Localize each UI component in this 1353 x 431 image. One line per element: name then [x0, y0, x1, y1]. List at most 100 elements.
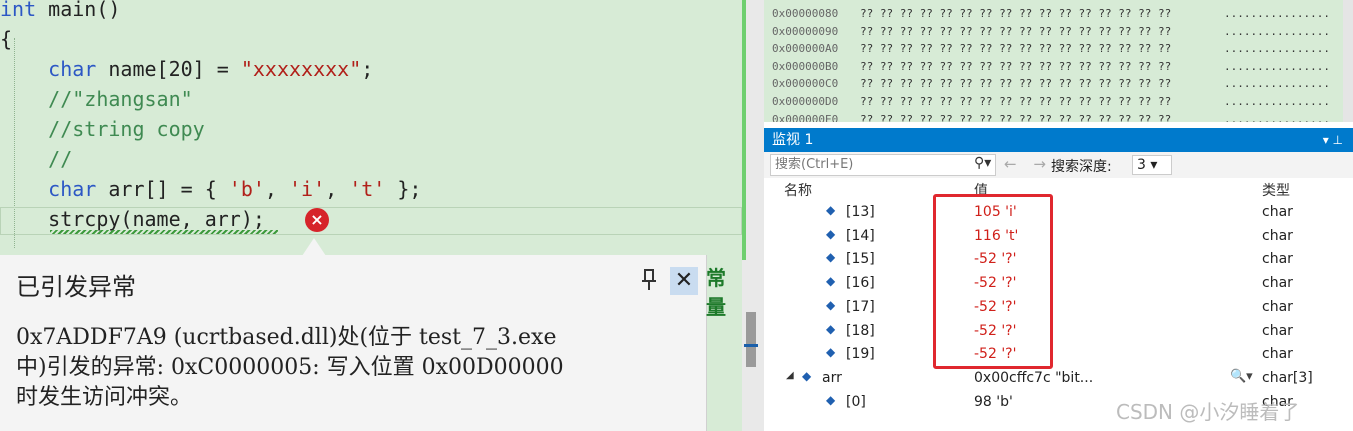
code-token: ;: [361, 57, 374, 81]
memory-address: 0x000000B0: [772, 59, 839, 73]
watch-window-titlebar[interactable]: 监视 1 ▾ ⊥: [764, 128, 1353, 152]
memory-ascii: ................: [1224, 112, 1330, 122]
watch-row[interactable]: ◆ [14] 116 't' char: [764, 225, 1353, 249]
code-token: char: [0, 57, 97, 81]
memory-address: 0x00000090: [772, 24, 839, 38]
watch-row[interactable]: ◆ [18] -52 '?' char: [764, 320, 1353, 344]
memory-ascii: ................: [1224, 24, 1330, 38]
variable-icon: ◆: [826, 345, 836, 360]
memory-ascii: ................: [1224, 77, 1330, 91]
memory-bytes: ?? ?? ?? ?? ?? ?? ?? ?? ?? ?? ?? ?? ?? ?…: [860, 42, 1172, 56]
code-line[interactable]: int main(): [0, 0, 120, 24]
watch-name: [0]: [846, 393, 866, 410]
variable-icon: ◆: [826, 203, 836, 217]
column-header-type[interactable]: 类型: [1262, 180, 1290, 200]
memory-address: 0x00000080: [772, 7, 839, 20]
memory-ascii: ................: [1224, 42, 1330, 56]
memory-scrollbar[interactable]: [1343, 0, 1353, 122]
variable-icon: ◆: [826, 226, 836, 241]
watch-type: char[3]: [1262, 369, 1313, 386]
watermark: CSDN @小汐睡着了: [1116, 400, 1300, 424]
watch-window-title: 监视 1: [772, 132, 814, 148]
memory-bytes: ?? ?? ?? ?? ?? ?? ?? ?? ?? ?? ?? ?? ?? ?…: [860, 77, 1172, 91]
watch-row[interactable]: ◆ [16] -52 '?' char: [764, 272, 1353, 296]
watch-row[interactable]: ◆ [13] 105 'i' char: [764, 201, 1353, 225]
code-token: 't': [349, 177, 386, 201]
highlight-annotation-box: [933, 194, 1053, 369]
watch-name: [17]: [846, 298, 875, 315]
change-indicator-bar: [742, 0, 746, 260]
memory-ascii: ................: [1224, 59, 1330, 73]
watch-type: char: [1262, 227, 1293, 244]
watch-type: char: [1262, 298, 1293, 315]
variable-icon: ◆: [802, 368, 812, 383]
code-line[interactable]: {: [0, 24, 12, 54]
code-line[interactable]: //: [0, 144, 72, 174]
search-depth-label: 搜索深度:: [1051, 159, 1112, 175]
watch-type: char: [1262, 251, 1293, 268]
watch-name: [13]: [846, 204, 875, 220]
code-token: 'b': [228, 177, 265, 201]
scrollbar-thumb[interactable]: [746, 312, 756, 367]
watch-value[interactable]: 0x00cffc7c "bit...: [974, 370, 1093, 386]
code-token: "xxxxxxxx": [240, 57, 362, 81]
code-token: //: [0, 147, 73, 171]
watch-row[interactable]: ◢ ◆ arr 0x00cffc7c "bit... 🔍▾ char[3]: [764, 367, 1353, 391]
error-icon[interactable]: ×: [305, 208, 329, 232]
watch-type: char: [1262, 346, 1293, 363]
code-line[interactable]: //"zhangsan": [0, 84, 193, 114]
watch-row[interactable]: ◆ [19] -52 '?' char: [764, 343, 1353, 367]
watch-name: arr: [822, 369, 842, 386]
code-token: ,: [264, 177, 289, 201]
watch-row[interactable]: ◆ [15] -52 '?' char: [764, 248, 1353, 272]
search-icon[interactable]: ⚲▾: [974, 155, 991, 171]
variable-icon: ◆: [826, 250, 836, 265]
memory-bytes: ?? ?? ?? ?? ?? ?? ?? ?? ?? ?? ?? ?? ?? ?…: [860, 112, 1172, 122]
search-depth-select[interactable]: 3 ▾: [1132, 155, 1172, 175]
search-nav-arrows[interactable]: ← →: [1004, 155, 1052, 173]
code-line[interactable]: //string copy: [0, 114, 205, 144]
error-squiggle: [50, 230, 278, 234]
memory-ascii: ................: [1224, 7, 1330, 20]
memory-address: 0x000000C0: [772, 77, 839, 91]
watch-value[interactable]: 98 'b': [974, 394, 1013, 410]
collapse-icon[interactable]: ◢: [786, 370, 794, 381]
variable-icon: ◆: [826, 297, 836, 312]
code-line[interactable]: char name[20] = "xxxxxxxx";: [0, 54, 373, 84]
memory-bytes: ?? ?? ?? ?? ?? ?? ?? ?? ?? ?? ?? ?? ?? ?…: [860, 24, 1172, 38]
close-button[interactable]: ✕: [670, 267, 698, 295]
watch-name: [18]: [846, 322, 875, 339]
code-token: ,: [325, 177, 350, 201]
memory-window[interactable]: 0x00000080 ?? ?? ?? ?? ?? ?? ?? ?? ?? ?? …: [764, 0, 1353, 122]
exception-title: 已引发异常: [16, 273, 136, 301]
code-token: name[20] =: [96, 57, 241, 81]
code-token: strcpy(name, arr);: [0, 207, 265, 231]
variable-icon: ◆: [826, 274, 836, 289]
code-token: main(): [36, 0, 121, 21]
variable-icon: ◆: [826, 321, 836, 336]
watch-header: 名称 值 类型: [764, 178, 1353, 200]
column-header-name[interactable]: 名称: [784, 180, 812, 200]
watch-row[interactable]: ◆ [17] -52 '?' char: [764, 296, 1353, 320]
memory-ascii: ................: [1224, 95, 1330, 108]
scrollbar-caret-marker: [744, 344, 758, 347]
memory-bytes: ?? ?? ?? ?? ?? ?? ?? ?? ?? ?? ?? ?? ?? ?…: [860, 95, 1172, 108]
pin-icon[interactable]: [638, 269, 660, 295]
watch-name: [19]: [846, 346, 875, 363]
code-token: 'i': [289, 177, 326, 201]
code-editor[interactable]: int main(){ char name[20] = "xxxxxxxx"; …: [0, 0, 742, 431]
watch-name: [16]: [846, 275, 875, 292]
code-line[interactable]: char arr[] = { 'b', 'i', 't' };: [0, 174, 421, 204]
watch-toolbar: 搜索(Ctrl+E) ⚲▾ ← → 搜索深度: 3 ▾: [764, 152, 1353, 178]
watch-type: char: [1262, 204, 1293, 220]
memory-bytes: ?? ?? ?? ?? ?? ?? ?? ?? ?? ?? ?? ?? ?? ?…: [860, 7, 1172, 20]
variable-icon: ◆: [826, 392, 836, 407]
code-token: {: [0, 27, 13, 51]
memory-address: 0x000000A0: [772, 42, 839, 56]
text-visualizer-icon[interactable]: 🔍▾: [1230, 369, 1253, 384]
code-token: };: [385, 177, 422, 201]
window-controls[interactable]: ▾ ⊥: [1323, 128, 1343, 152]
code-token: int: [0, 0, 37, 21]
watch-name: [15]: [846, 251, 875, 268]
search-input[interactable]: 搜索(Ctrl+E): [770, 154, 996, 176]
